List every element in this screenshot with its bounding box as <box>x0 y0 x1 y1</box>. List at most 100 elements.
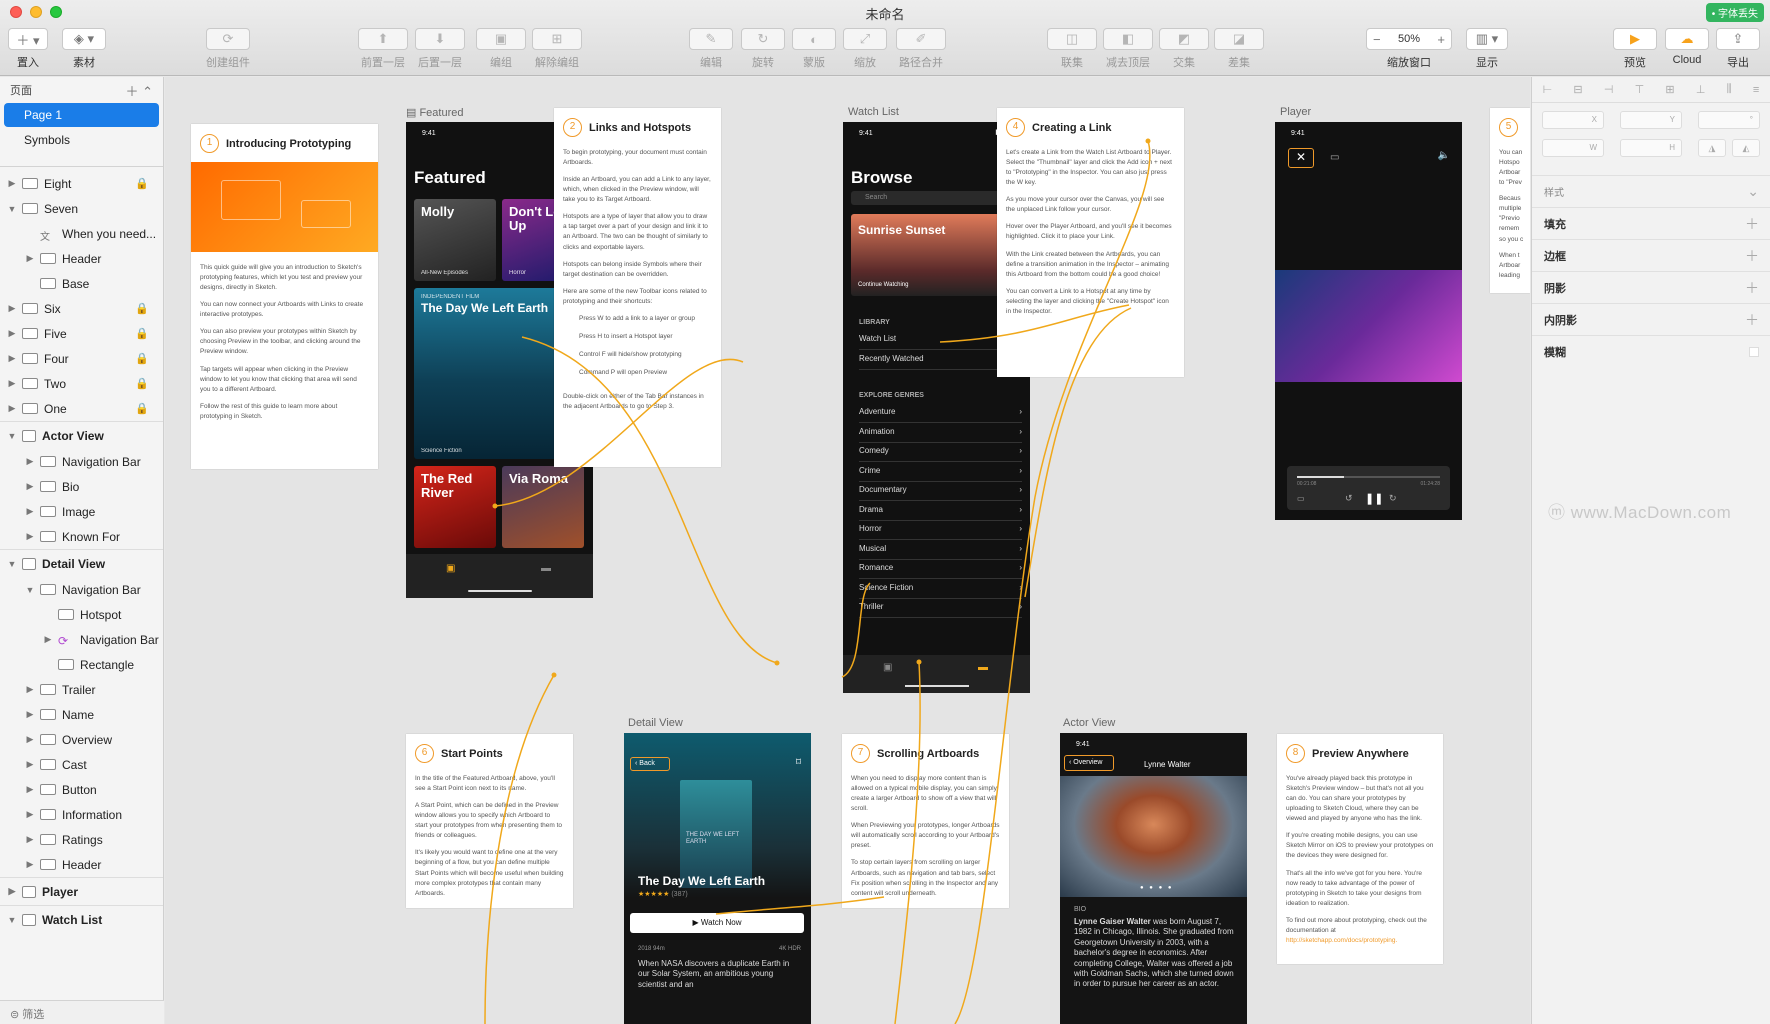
align-right-icon[interactable]: ⊣ <box>1604 83 1614 96</box>
filter-field[interactable]: ⊜ 筛选 <box>0 1000 164 1024</box>
layer-item[interactable]: ▶ Six 🔒 <box>0 296 163 321</box>
page-item-symbols[interactable]: Symbols <box>4 128 159 152</box>
layer-item[interactable]: ▶ Image <box>0 499 163 524</box>
zoom-in-icon[interactable]: + <box>1437 32 1445 47</box>
layer-item[interactable]: ▶ Player <box>0 877 163 905</box>
intersect-button[interactable]: ◩ 交集 <box>1159 28 1209 70</box>
disclosure-icon[interactable]: ▼ <box>6 559 18 569</box>
layer-item[interactable]: ▼ Seven <box>0 196 163 221</box>
layer-item[interactable]: ▶ Five 🔒 <box>0 321 163 346</box>
layer-item[interactable]: ▶ Trailer <box>0 677 163 702</box>
layer-item[interactable]: ▶ Known For <box>0 524 163 549</box>
layer-item[interactable]: ▶ Two 🔒 <box>0 371 163 396</box>
shadow-section[interactable]: 阴影＋ <box>1532 271 1770 303</box>
align-center-icon[interactable]: ⊟ <box>1573 83 1582 96</box>
layer-item[interactable]: ▼ Navigation Bar <box>0 577 163 602</box>
lock-icon[interactable]: 🔒 <box>135 377 149 390</box>
flip-vertical-icon[interactable]: ◭ <box>1732 139 1760 157</box>
layer-item[interactable]: 文 When you need... <box>0 221 163 246</box>
zoom-control[interactable]: −50% + 缩放窗口 <box>1366 28 1452 70</box>
disclosure-icon[interactable]: ▶ <box>24 253 36 264</box>
layer-item[interactable]: ▶ Name <box>0 702 163 727</box>
blur-section[interactable]: 模糊 <box>1532 335 1770 367</box>
layer-item[interactable]: ▶ ⟳ Navigation Bar <box>0 627 163 652</box>
lock-icon[interactable]: 🔒 <box>135 327 149 340</box>
edit-button[interactable]: ✎ 编辑 <box>689 28 733 70</box>
flatten-button[interactable]: ✐ 路径合并 <box>896 28 946 70</box>
disclosure-icon[interactable]: ▶ <box>24 834 36 845</box>
layer-item[interactable]: ▶ Button <box>0 777 163 802</box>
export-button[interactable]: ⇪ 导出 <box>1716 28 1760 70</box>
layer-item[interactable]: ▼ Detail View <box>0 549 163 577</box>
disclosure-icon[interactable]: ▶ <box>6 178 18 189</box>
zoom-out-icon[interactable]: − <box>1373 32 1381 47</box>
disclosure-icon[interactable]: ▶ <box>24 506 36 517</box>
insert-button[interactable]: ＋ ▾ 置入 <box>8 28 48 70</box>
scale-button[interactable]: ⤢ 缩放 <box>843 28 887 70</box>
disclosure-icon[interactable]: ▶ <box>6 353 18 364</box>
send-backward-button[interactable]: ⬇ 后置一层 <box>415 28 465 70</box>
lock-icon[interactable]: 🔒 <box>135 352 149 365</box>
preview-button[interactable]: ▶ 预览 <box>1613 28 1657 70</box>
align-middle-icon[interactable]: ⊞ <box>1665 83 1674 96</box>
layer-item[interactable]: ▶ Four 🔒 <box>0 346 163 371</box>
lock-icon[interactable]: 🔒 <box>135 177 149 190</box>
disclosure-icon[interactable]: ▶ <box>24 684 36 695</box>
cloud-button[interactable]: ☁ Cloud <box>1665 28 1709 66</box>
disclosure-icon[interactable]: ▶ <box>6 378 18 389</box>
create-symbol-button[interactable]: ⟳ 创建组件 <box>206 28 250 70</box>
fill-section[interactable]: 填充＋ <box>1532 207 1770 239</box>
layer-item[interactable]: ▶ One 🔒 <box>0 396 163 421</box>
disclosure-icon[interactable]: ▶ <box>6 303 18 314</box>
disclosure-icon[interactable]: ▶ <box>24 784 36 795</box>
disclosure-icon[interactable]: ▶ <box>24 734 36 745</box>
align-left-icon[interactable]: ⊢ <box>1543 83 1553 96</box>
difference-button[interactable]: ◪ 差集 <box>1214 28 1264 70</box>
disclosure-icon[interactable]: ▼ <box>24 585 36 595</box>
layer-item[interactable]: ▶ Header <box>0 852 163 877</box>
lock-icon[interactable]: 🔒 <box>135 302 149 315</box>
layer-item[interactable]: ▶ Ratings <box>0 827 163 852</box>
layer-item[interactable]: Base <box>0 271 163 296</box>
distribute-v-icon[interactable]: ≡ <box>1753 84 1759 96</box>
y-field[interactable]: Y <box>1620 111 1682 129</box>
style-section[interactable]: 样式 ⌄ <box>1532 175 1770 207</box>
disclosure-icon[interactable]: ▶ <box>6 886 18 897</box>
layer-item[interactable]: ▼ Watch List <box>0 905 163 933</box>
mask-button[interactable]: ◐ 蒙版 <box>792 28 836 70</box>
add-page-icon[interactable]: ＋ <box>125 84 138 99</box>
disclosure-icon[interactable]: ▶ <box>24 809 36 820</box>
subtract-button[interactable]: ◧ 减去顶层 <box>1103 28 1153 70</box>
align-bottom-icon[interactable]: ⊥ <box>1696 83 1706 96</box>
layer-item[interactable]: ▶ Navigation Bar <box>0 449 163 474</box>
bring-forward-button[interactable]: ⬆ 前置一层 <box>358 28 408 70</box>
layer-item[interactable]: ▶ Cast <box>0 752 163 777</box>
layer-item[interactable]: ▶ Header <box>0 246 163 271</box>
collapse-icon[interactable]: ⌃ <box>142 84 153 99</box>
disclosure-icon[interactable]: ▶ <box>6 328 18 339</box>
layer-item[interactable]: Hotspot <box>0 602 163 627</box>
disclosure-icon[interactable]: ▶ <box>24 531 36 542</box>
canvas[interactable]: ▤ Featured Watch List Player Detail View… <box>165 77 1530 1024</box>
disclosure-icon[interactable]: ▶ <box>24 709 36 720</box>
disclosure-icon[interactable]: ▶ <box>6 403 18 414</box>
rotation-field[interactable]: ° <box>1698 111 1760 129</box>
disclosure-icon[interactable]: ▶ <box>24 456 36 467</box>
font-missing-badge[interactable]: • 字体丢失 <box>1705 3 1764 22</box>
align-top-icon[interactable]: ⊤ <box>1635 83 1645 96</box>
x-field[interactable]: X <box>1542 111 1604 129</box>
height-field[interactable]: H <box>1620 139 1682 157</box>
disclosure-icon[interactable]: ▶ <box>24 759 36 770</box>
disclosure-icon[interactable]: ▶ <box>42 634 54 645</box>
layer-item[interactable]: ▶ Overview <box>0 727 163 752</box>
inner-shadow-section[interactable]: 内阴影＋ <box>1532 303 1770 335</box>
width-field[interactable]: W <box>1542 139 1604 157</box>
layer-item[interactable]: Rectangle <box>0 652 163 677</box>
disclosure-icon[interactable]: ▼ <box>6 204 18 214</box>
distribute-h-icon[interactable]: ⫼ <box>1727 83 1732 96</box>
layer-item[interactable]: ▶ Information <box>0 802 163 827</box>
view-button[interactable]: ▥ ▾ 显示 <box>1466 28 1508 70</box>
rotate-button[interactable]: ↻ 旋转 <box>741 28 785 70</box>
disclosure-icon[interactable]: ▶ <box>24 859 36 870</box>
layer-item[interactable]: ▼ Actor View <box>0 421 163 449</box>
